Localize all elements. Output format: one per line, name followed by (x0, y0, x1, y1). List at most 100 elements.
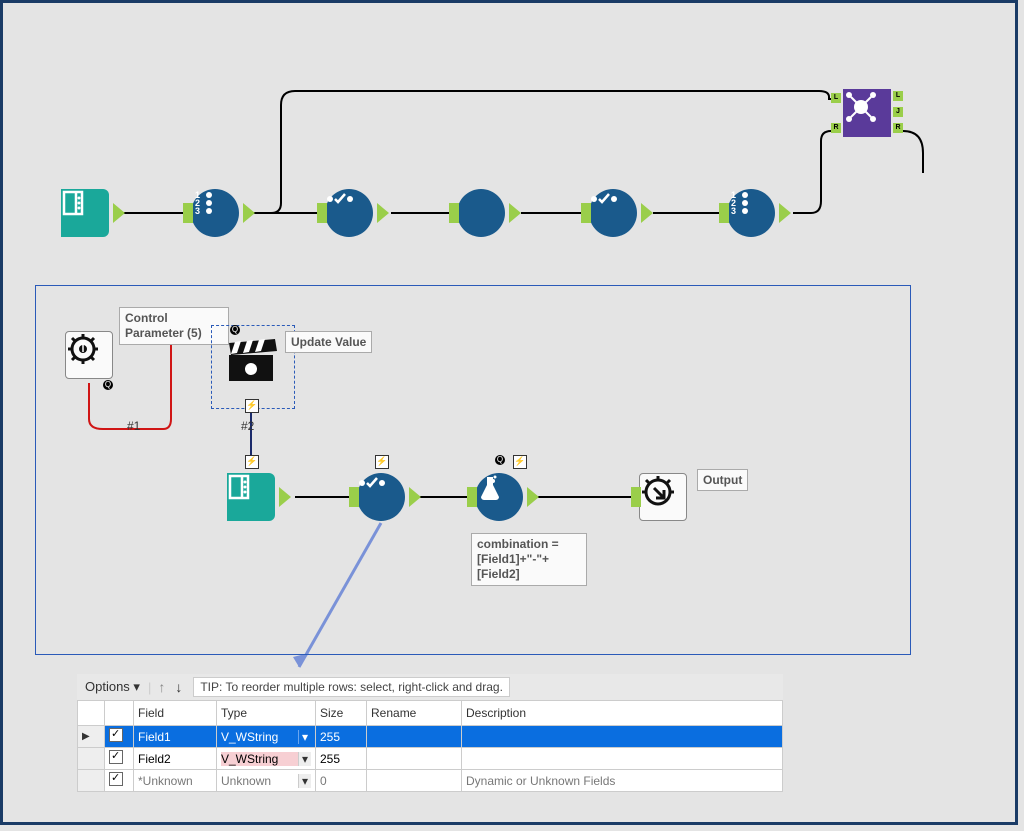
cell-field[interactable]: Field1 (134, 726, 217, 748)
flask-icon (475, 473, 505, 503)
formula-tool[interactable] (475, 473, 523, 521)
control-gear-icon (66, 332, 100, 366)
anchor-in-icon[interactable] (467, 487, 477, 507)
cell-desc[interactable] (462, 748, 783, 770)
input-data-tool-sub[interactable] (227, 473, 275, 521)
cell-type[interactable]: V_WString (221, 730, 278, 744)
col-description[interactable]: Description (462, 701, 783, 726)
formula-expr-label: combination = [Field1]+"-"+[Field2] (471, 533, 587, 586)
book-icon (61, 189, 89, 217)
cell-desc[interactable] (462, 726, 783, 748)
record-id-tool-1[interactable]: 123 (191, 189, 239, 237)
table-row[interactable]: ▶ Field1 V_WString▾ 255 (78, 726, 783, 748)
cell-rename[interactable] (367, 770, 462, 792)
include-checkbox[interactable] (109, 772, 123, 786)
q-anchor-icon[interactable]: Q (230, 325, 240, 335)
lightning-anchor-icon[interactable]: ⚡ (245, 399, 259, 413)
output-gear-icon (640, 474, 676, 510)
cell-type[interactable]: V_WString (221, 752, 278, 766)
anchor-out-icon[interactable] (509, 203, 521, 223)
action-tool-label: Update Value (285, 331, 372, 353)
action-tool[interactable] (227, 337, 277, 385)
anchor-in-icon[interactable] (449, 203, 459, 223)
anchor-in-icon[interactable] (581, 203, 591, 223)
svg-text:3: 3 (731, 206, 736, 215)
q-anchor-icon[interactable]: Q (495, 455, 505, 465)
table-header-row: Field Type Size Rename Description (78, 701, 783, 726)
macro-output-tool[interactable] (639, 473, 687, 521)
move-up-button[interactable]: ↑ (155, 679, 168, 695)
numbered-list-icon: 123 (727, 189, 753, 215)
anchor-out-icon[interactable] (377, 203, 389, 223)
anchor-in-icon[interactable] (183, 203, 193, 223)
cell-field[interactable]: *Unknown (134, 770, 217, 792)
include-checkbox[interactable] (109, 750, 123, 764)
move-down-button[interactable]: ↓ (172, 679, 185, 695)
book-icon (227, 473, 255, 501)
join-anchor-r-out[interactable]: R (893, 123, 903, 133)
lightning-anchor-icon[interactable]: ⚡ (245, 455, 259, 469)
fields-table: Field Type Size Rename Description ▶ Fie… (77, 700, 783, 792)
record-id-tool-2[interactable]: 123 (727, 189, 775, 237)
check-dots-icon (325, 189, 355, 209)
lightning-anchor-icon[interactable]: ⚡ (375, 455, 389, 469)
type-dropdown-icon[interactable]: ▾ (298, 752, 311, 766)
generic-tool[interactable] (457, 189, 505, 237)
select-tool-1[interactable] (325, 189, 373, 237)
control-parameter-tool[interactable] (65, 331, 113, 379)
options-label: Options (85, 679, 130, 694)
col-rename[interactable]: Rename (367, 701, 462, 726)
cell-rename[interactable] (367, 748, 462, 770)
conn-label-2: #2 (241, 419, 254, 433)
anchor-in-icon[interactable] (317, 203, 327, 223)
anchor-out-icon[interactable] (113, 203, 125, 223)
cell-size[interactable]: 255 (316, 748, 367, 770)
anchor-out-icon[interactable] (279, 487, 291, 507)
anchor-out-icon[interactable] (527, 487, 539, 507)
lightning-anchor-icon[interactable]: ⚡ (513, 455, 527, 469)
anchor-in-icon[interactable] (631, 487, 641, 507)
cell-type[interactable]: Unknown (221, 774, 271, 788)
join-anchor-l-in[interactable]: L (831, 93, 841, 103)
include-checkbox[interactable] (109, 728, 123, 742)
conn-label-1: #1 (127, 419, 140, 433)
reorder-tip: TIP: To reorder multiple rows: select, r… (193, 677, 510, 697)
input-data-tool[interactable] (61, 189, 109, 237)
check-dots-icon (589, 189, 619, 209)
numbered-list-icon: 123 (191, 189, 217, 215)
anchor-in-icon[interactable] (349, 487, 359, 507)
join-anchor-j-out[interactable]: J (893, 107, 903, 117)
type-dropdown-icon[interactable]: ▾ (298, 774, 311, 788)
table-row[interactable]: *Unknown Unknown ▾ 0 Dynamic or Unknown F… (78, 770, 783, 792)
check-dots-icon (357, 473, 387, 493)
join-anchor-r-in[interactable]: R (831, 123, 841, 133)
cell-size[interactable]: 255 (316, 726, 367, 748)
options-dropdown[interactable]: Options ▾ (81, 678, 144, 696)
col-field[interactable]: Field (134, 701, 217, 726)
diagram-root: 123 123 L R L J R Q Control Parameter (5… (0, 0, 1018, 825)
type-dropdown-icon[interactable]: ▾ (298, 730, 311, 744)
clapperboard-icon (227, 337, 277, 385)
q-anchor-icon[interactable]: Q (103, 380, 113, 390)
svg-text:3: 3 (195, 206, 200, 215)
config-toolbar: Options ▾ | ↑ ↓ TIP: To reorder multiple… (77, 674, 783, 700)
cell-size[interactable]: 0 (316, 770, 367, 792)
join-tool[interactable] (843, 89, 891, 137)
join-icon (843, 89, 879, 125)
col-size[interactable]: Size (316, 701, 367, 726)
anchor-out-icon[interactable] (243, 203, 255, 223)
macro-output-label: Output (697, 469, 748, 491)
col-type[interactable]: Type (217, 701, 316, 726)
cell-desc[interactable]: Dynamic or Unknown Fields (462, 770, 783, 792)
select-tool-sub[interactable] (357, 473, 405, 521)
anchor-out-icon[interactable] (409, 487, 421, 507)
table-row[interactable]: Field2 V_WString ▾ 255 (78, 748, 783, 770)
anchor-out-icon[interactable] (641, 203, 653, 223)
anchor-out-icon[interactable] (779, 203, 791, 223)
select-config-panel: Options ▾ | ↑ ↓ TIP: To reorder multiple… (77, 674, 783, 792)
select-tool-2[interactable] (589, 189, 637, 237)
join-anchor-l-out[interactable]: L (893, 91, 903, 101)
anchor-in-icon[interactable] (719, 203, 729, 223)
cell-rename[interactable] (367, 726, 462, 748)
cell-field[interactable]: Field2 (134, 748, 217, 770)
